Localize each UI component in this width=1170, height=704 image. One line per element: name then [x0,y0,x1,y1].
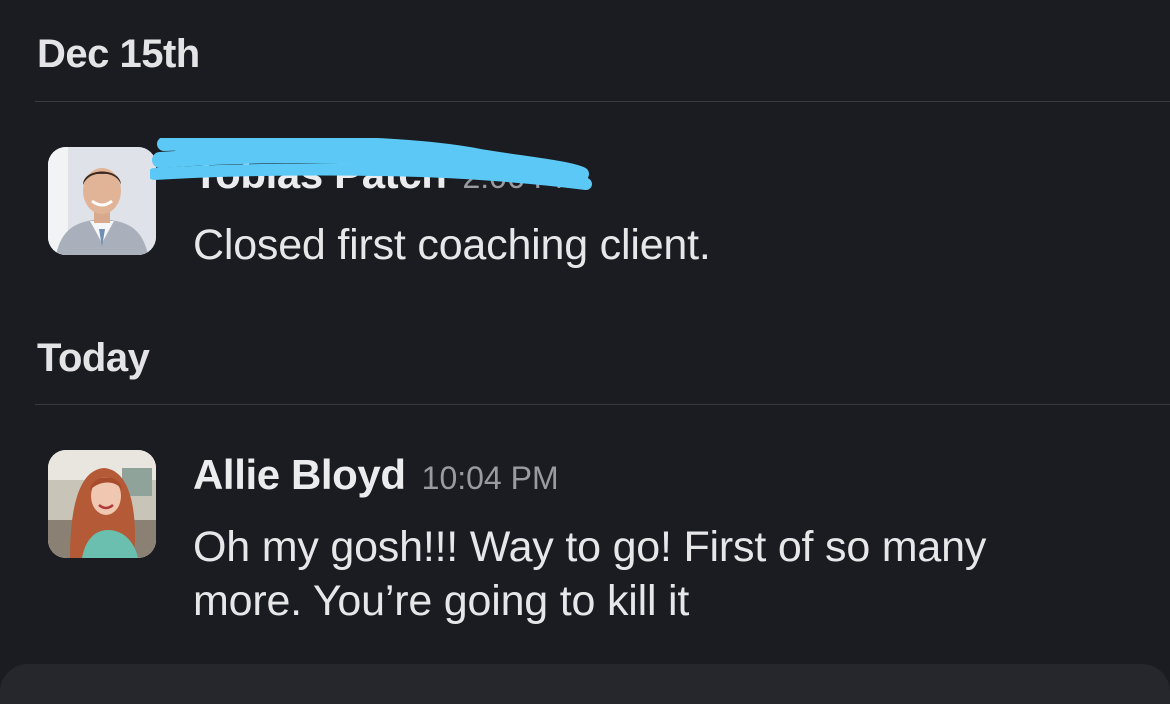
divider-line [35,404,1170,405]
man-avatar-photo [48,147,156,255]
author-name[interactable]: Tobias Patch [193,150,447,198]
message-body: Closed first coaching client. [193,221,711,269]
user-avatar[interactable] [48,450,156,558]
author-name[interactable]: Allie Bloyd [193,451,406,499]
divider-line [35,101,1170,102]
message-timestamp: 10:04 PM [421,460,559,496]
user-avatar[interactable] [48,147,156,255]
message-header: Tobias Patch 2:06 PM [193,150,582,198]
message-composer-bar[interactable] [0,664,1170,704]
message-timestamp: 2:06 PM [462,159,582,195]
date-label: Dec 15th [37,32,200,76]
woman-avatar-photo [48,450,156,558]
message-header: Allie Bloyd 10:04 PM [193,451,559,499]
message-body: Oh my gosh!!! Way to go! First of so man… [193,523,987,625]
date-label: Today [37,336,150,380]
